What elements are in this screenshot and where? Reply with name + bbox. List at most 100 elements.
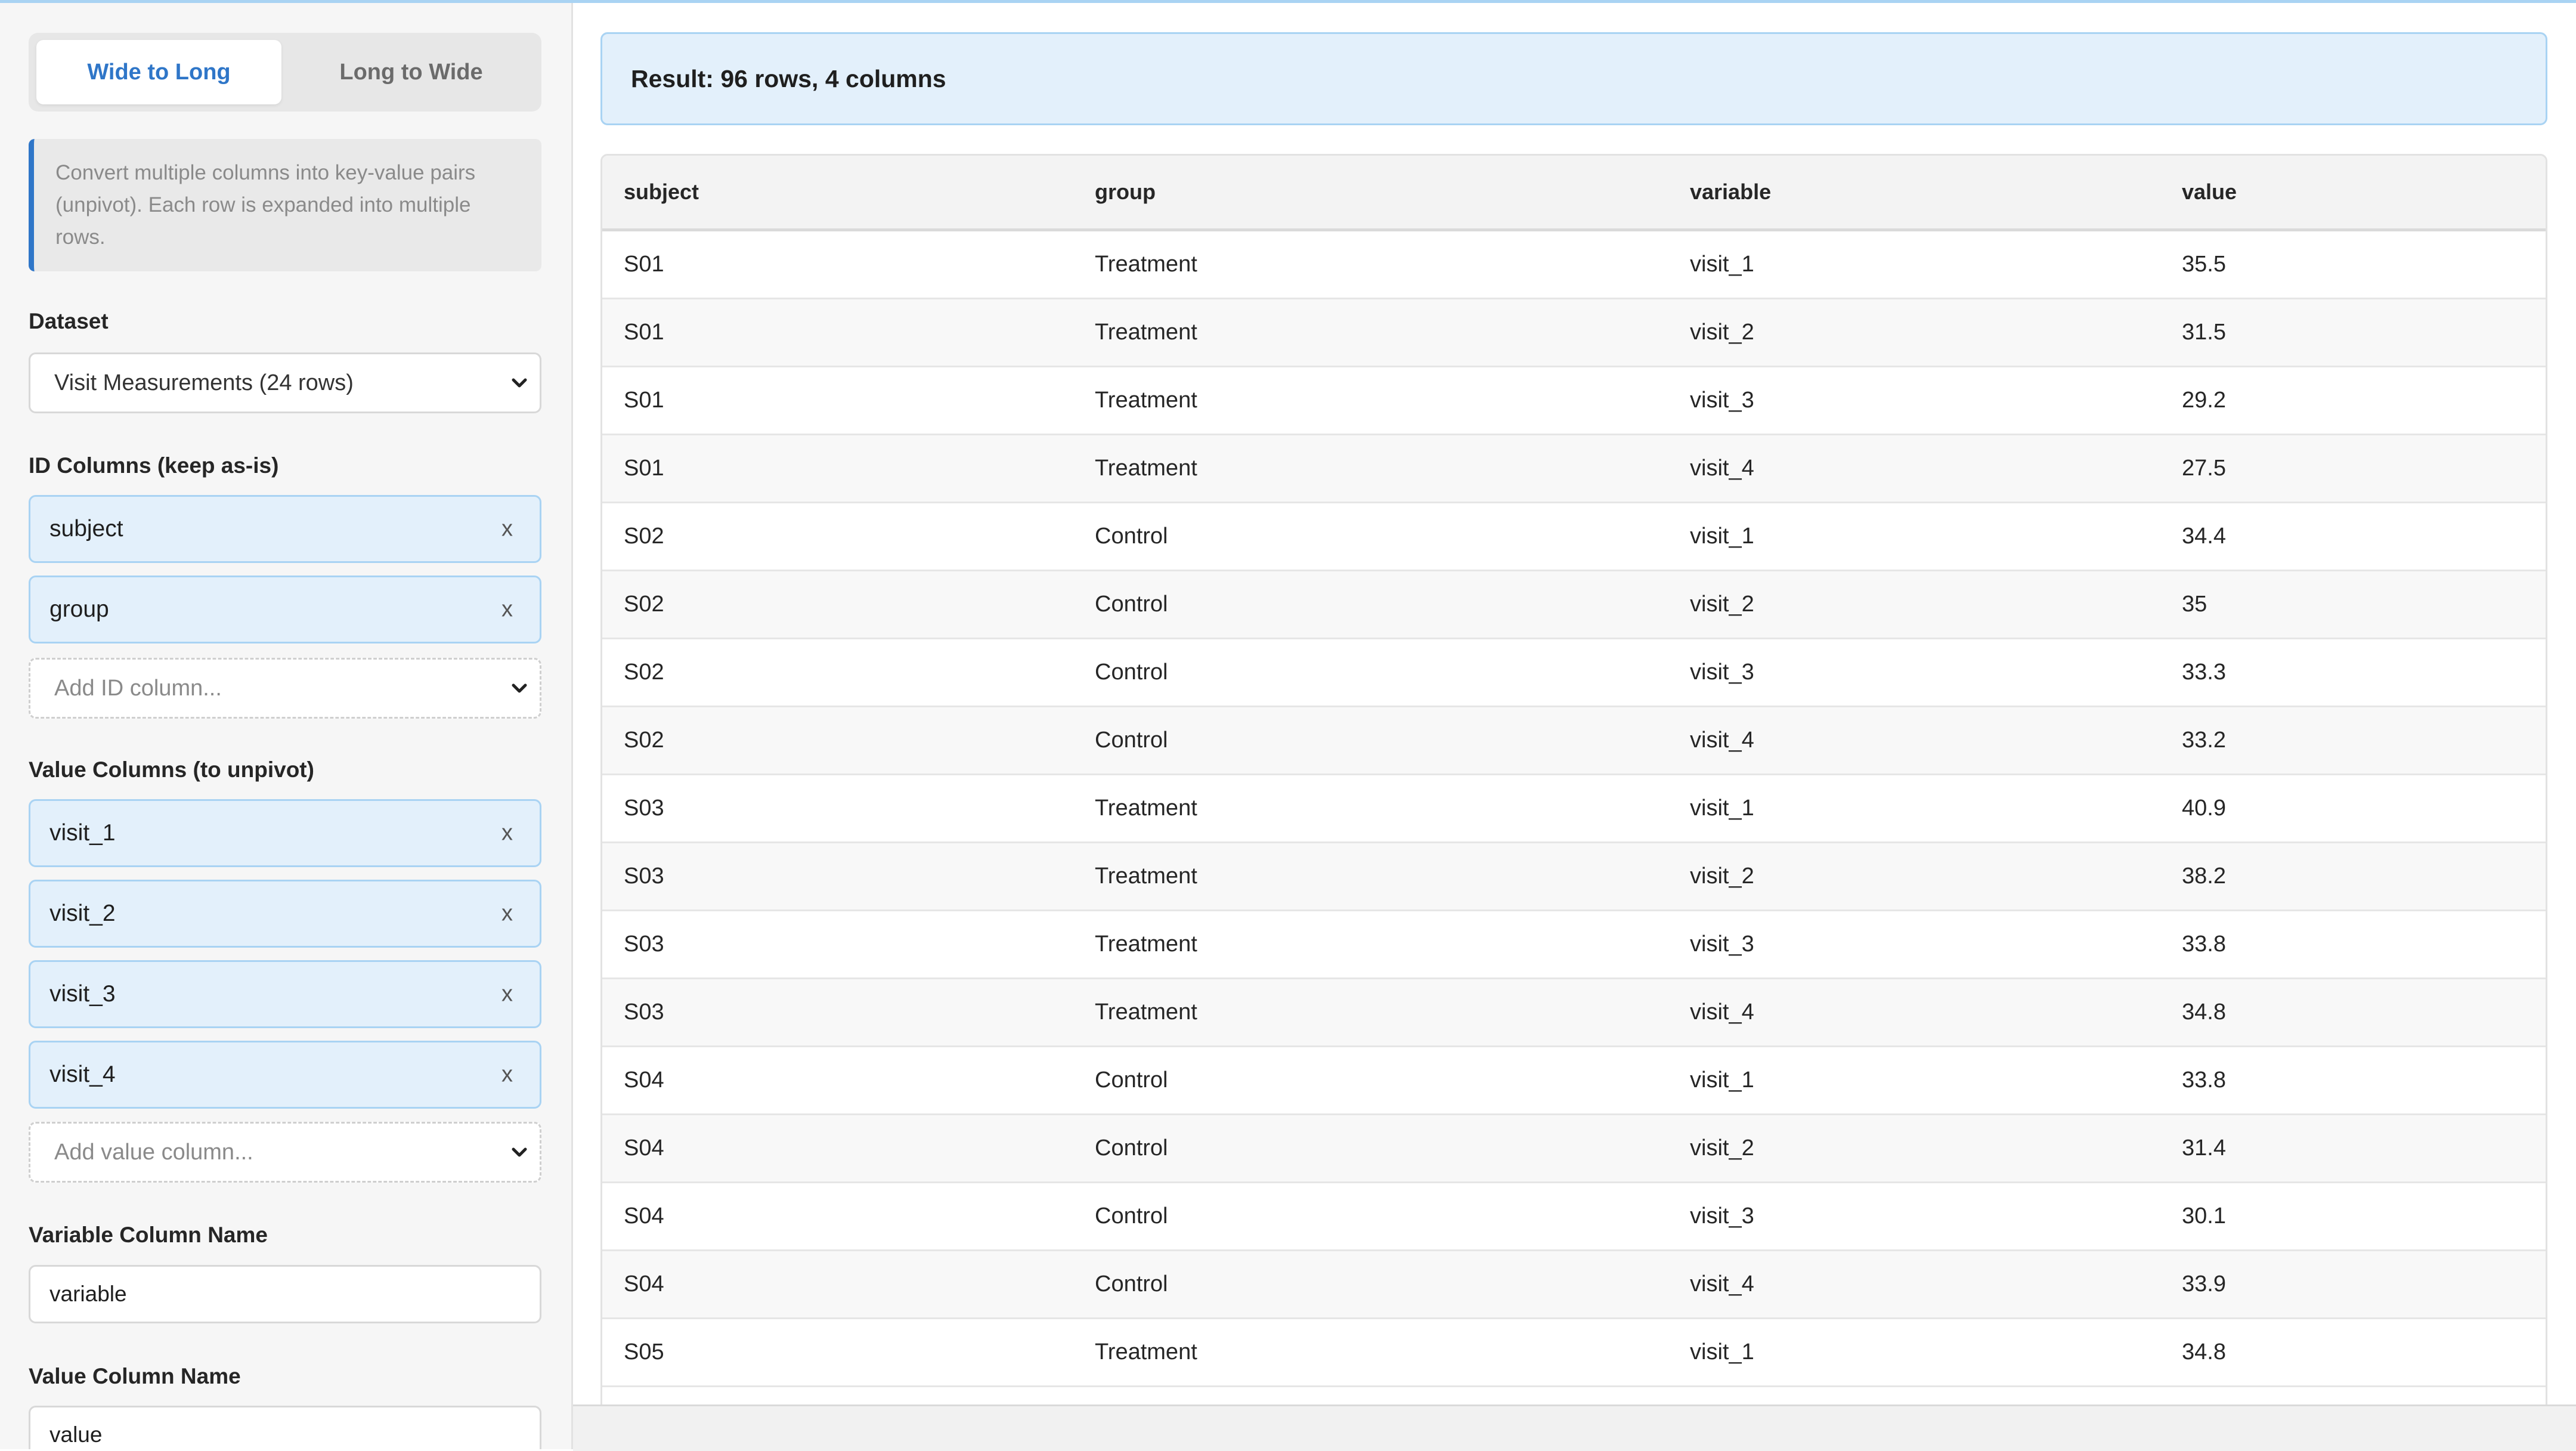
remove-icon[interactable]: x: [501, 597, 513, 623]
table-body: S01 Treatment visit_1 35.5 S01 Treatment visit…: [602, 230, 2546, 1387]
cell-group: Control: [1073, 1182, 1668, 1251]
cell-variable: visit_3: [1668, 910, 2160, 979]
cell-group: Control: [1073, 706, 1668, 775]
cell-subject: S03: [602, 842, 1073, 911]
value-name-input[interactable]: value: [29, 1406, 541, 1449]
id-column-chip-subject: subject x: [29, 495, 541, 563]
dataset-select[interactable]: Visit Measurements (24 rows): [29, 352, 541, 413]
table-row: S03 Treatment visit_1 40.9: [602, 774, 2546, 843]
cell-variable: visit_3: [1668, 1182, 2160, 1251]
table-row: S01 Treatment visit_3 29.2: [602, 366, 2546, 435]
cell-value: 40.9: [2160, 774, 2546, 843]
cell-value: 31.4: [2160, 1114, 2546, 1183]
add-value-column-select[interactable]: Add value column...: [29, 1122, 541, 1183]
cell-group: Control: [1073, 638, 1668, 707]
value-column-chip-visit-3: visit_3 x: [29, 960, 541, 1028]
cell-subject: S04: [602, 1250, 1073, 1319]
chip-label: visit_3: [49, 981, 116, 1007]
info-box: Convert multiple columns into key-value …: [29, 139, 541, 271]
cell-value: 31.5: [2160, 298, 2546, 367]
value-columns-label: Value Columns (to unpivot): [29, 757, 314, 782]
remove-icon[interactable]: x: [501, 821, 513, 846]
result-summary: Result: 96 rows, 4 columns: [600, 32, 2547, 125]
table-row: S02 Control visit_4 33.2: [602, 706, 2546, 775]
cell-subject: S04: [602, 1182, 1073, 1251]
table-row: S01 Treatment visit_1 35.5: [602, 230, 2546, 299]
cell-value: 34.4: [2160, 502, 2546, 571]
cell-subject: S04: [602, 1046, 1073, 1115]
remove-icon[interactable]: x: [501, 901, 513, 927]
remove-icon[interactable]: x: [501, 516, 513, 542]
cell-value: 33.8: [2160, 1046, 2546, 1115]
result-table: subject group variable value S01 Treatmen…: [600, 154, 2547, 1449]
cell-group: Treatment: [1073, 230, 1668, 299]
table-row: S01 Treatment visit_2 31.5: [602, 298, 2546, 367]
table-row: S04 Control visit_4 33.9: [602, 1250, 2546, 1319]
table-row: S02 Control visit_1 34.4: [602, 502, 2546, 571]
cell-group: Treatment: [1073, 910, 1668, 979]
table-row: S01 Treatment visit_4 27.5: [602, 434, 2546, 503]
add-value-column-placeholder: Add value column...: [54, 1139, 253, 1165]
cell-variable: visit_3: [1668, 366, 2160, 435]
cell-subject: S02: [602, 502, 1073, 571]
variable-name-input[interactable]: variable: [29, 1265, 541, 1323]
cell-variable: visit_1: [1668, 1046, 2160, 1115]
add-id-column-select[interactable]: Add ID column...: [29, 658, 541, 719]
table-row: S02 Control visit_2 35: [602, 570, 2546, 639]
mode-toggle: Wide to Long Long to Wide: [29, 33, 541, 112]
chevron-down-icon: [512, 683, 527, 693]
wide-to-long-button[interactable]: Wide to Long: [36, 40, 281, 104]
table-row: S04 Control visit_1 33.8: [602, 1046, 2546, 1115]
cell-subject: S01: [602, 434, 1073, 503]
cell-subject: S02: [602, 570, 1073, 639]
cell-subject: S03: [602, 978, 1073, 1047]
id-columns-label: ID Columns (keep as-is): [29, 453, 279, 478]
chip-label: visit_2: [49, 901, 116, 926]
cell-subject: S02: [602, 638, 1073, 707]
cell-value: 35.5: [2160, 230, 2546, 299]
id-column-chip-group: group x: [29, 576, 541, 643]
cell-group: Treatment: [1073, 434, 1668, 503]
cell-value: 33.8: [2160, 910, 2546, 979]
cell-value: 34.8: [2160, 978, 2546, 1047]
table-row: S05 Treatment visit_1 34.8: [602, 1318, 2546, 1387]
cell-variable: visit_1: [1668, 230, 2160, 299]
horizontal-scrollbar[interactable]: [573, 1404, 2576, 1451]
cell-variable: visit_1: [1668, 1318, 2160, 1387]
column-header-group[interactable]: group: [1073, 156, 1668, 231]
cell-variable: visit_2: [1668, 842, 2160, 911]
column-header-subject[interactable]: subject: [602, 156, 1073, 231]
cell-value: 38.2: [2160, 842, 2546, 911]
remove-icon[interactable]: x: [501, 1062, 513, 1088]
chevron-down-icon: [512, 1147, 527, 1157]
value-column-chip-visit-4: visit_4 x: [29, 1041, 541, 1109]
table-row: S03 Treatment visit_2 38.2: [602, 842, 2546, 911]
remove-icon[interactable]: x: [501, 982, 513, 1007]
cell-variable: visit_2: [1668, 570, 2160, 639]
cell-variable: visit_1: [1668, 774, 2160, 843]
sidebar: Wide to Long Long to Wide Convert multip…: [0, 3, 573, 1449]
chip-label: group: [49, 596, 109, 622]
cell-group: Treatment: [1073, 842, 1668, 911]
cell-variable: visit_2: [1668, 1114, 2160, 1183]
cell-group: Treatment: [1073, 774, 1668, 843]
table-header-row: subject group variable value: [602, 156, 2546, 231]
cell-group: Treatment: [1073, 978, 1668, 1047]
cell-variable: visit_4: [1668, 978, 2160, 1047]
long-to-wide-button[interactable]: Long to Wide: [289, 40, 534, 104]
cell-value: 27.5: [2160, 434, 2546, 503]
cell-group: Control: [1073, 1114, 1668, 1183]
cell-variable: visit_2: [1668, 298, 2160, 367]
cell-subject: S05: [602, 1318, 1073, 1387]
cell-variable: visit_3: [1668, 638, 2160, 707]
cell-group: Treatment: [1073, 298, 1668, 367]
cell-value: 29.2: [2160, 366, 2546, 435]
column-header-value[interactable]: value: [2160, 156, 2546, 231]
cell-group: Treatment: [1073, 366, 1668, 435]
cell-group: Control: [1073, 502, 1668, 571]
cell-variable: visit_1: [1668, 502, 2160, 571]
cell-value: 33.3: [2160, 638, 2546, 707]
column-header-variable[interactable]: variable: [1668, 156, 2160, 231]
cell-group: Treatment: [1073, 1318, 1668, 1387]
chevron-down-icon: [512, 378, 527, 388]
